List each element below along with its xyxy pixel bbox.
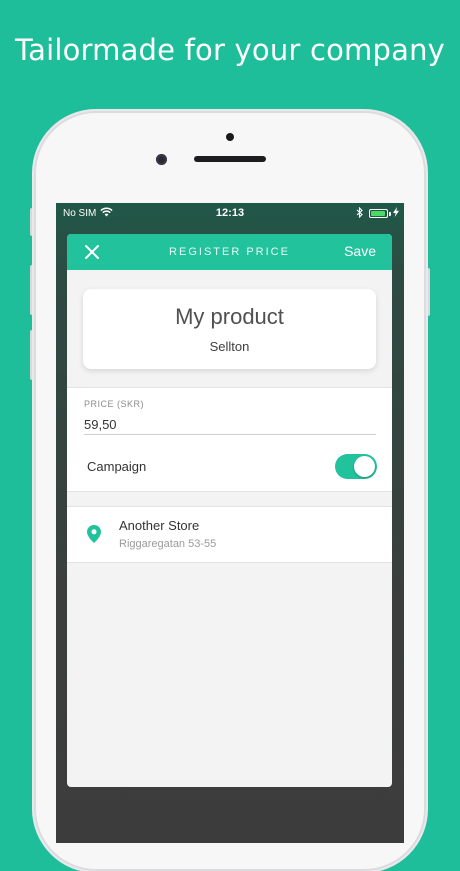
phone-screen: No SIM 12:13 REGISTER PRICE Save My prod… xyxy=(56,203,404,843)
bluetooth-icon xyxy=(356,206,363,221)
status-bar: No SIM 12:13 xyxy=(56,203,404,225)
charging-bolt-icon xyxy=(393,207,399,219)
product-store: Sellton xyxy=(209,339,250,354)
store-row[interactable]: Another Store Riggaregatan 53-55 xyxy=(67,506,392,563)
register-price-modal: REGISTER PRICE Save My product Sellton P… xyxy=(67,234,392,787)
front-camera xyxy=(156,154,167,165)
toggle-knob xyxy=(354,456,375,477)
price-form: PRICE (SKR) Campaign xyxy=(67,387,392,492)
battery-icon xyxy=(369,209,388,218)
store-address: Riggaregatan 53-55 xyxy=(119,538,217,550)
modal-header: REGISTER PRICE Save xyxy=(67,234,392,270)
clock: 12:13 xyxy=(215,207,245,219)
battery-tip xyxy=(389,212,391,216)
save-button[interactable]: Save xyxy=(344,243,376,259)
product-name: My product xyxy=(175,304,284,329)
price-input[interactable] xyxy=(84,414,376,435)
product-card: My product Sellton xyxy=(83,289,376,369)
campaign-label: Campaign xyxy=(87,459,147,474)
earpiece-speaker xyxy=(194,156,266,162)
campaign-toggle[interactable] xyxy=(335,454,377,479)
price-label: PRICE (SKR) xyxy=(84,399,145,409)
proximity-sensor xyxy=(226,133,234,141)
headline: Tailormade for your company xyxy=(14,33,446,67)
store-name: Another Store xyxy=(119,518,200,533)
location-pin-icon xyxy=(87,525,101,543)
